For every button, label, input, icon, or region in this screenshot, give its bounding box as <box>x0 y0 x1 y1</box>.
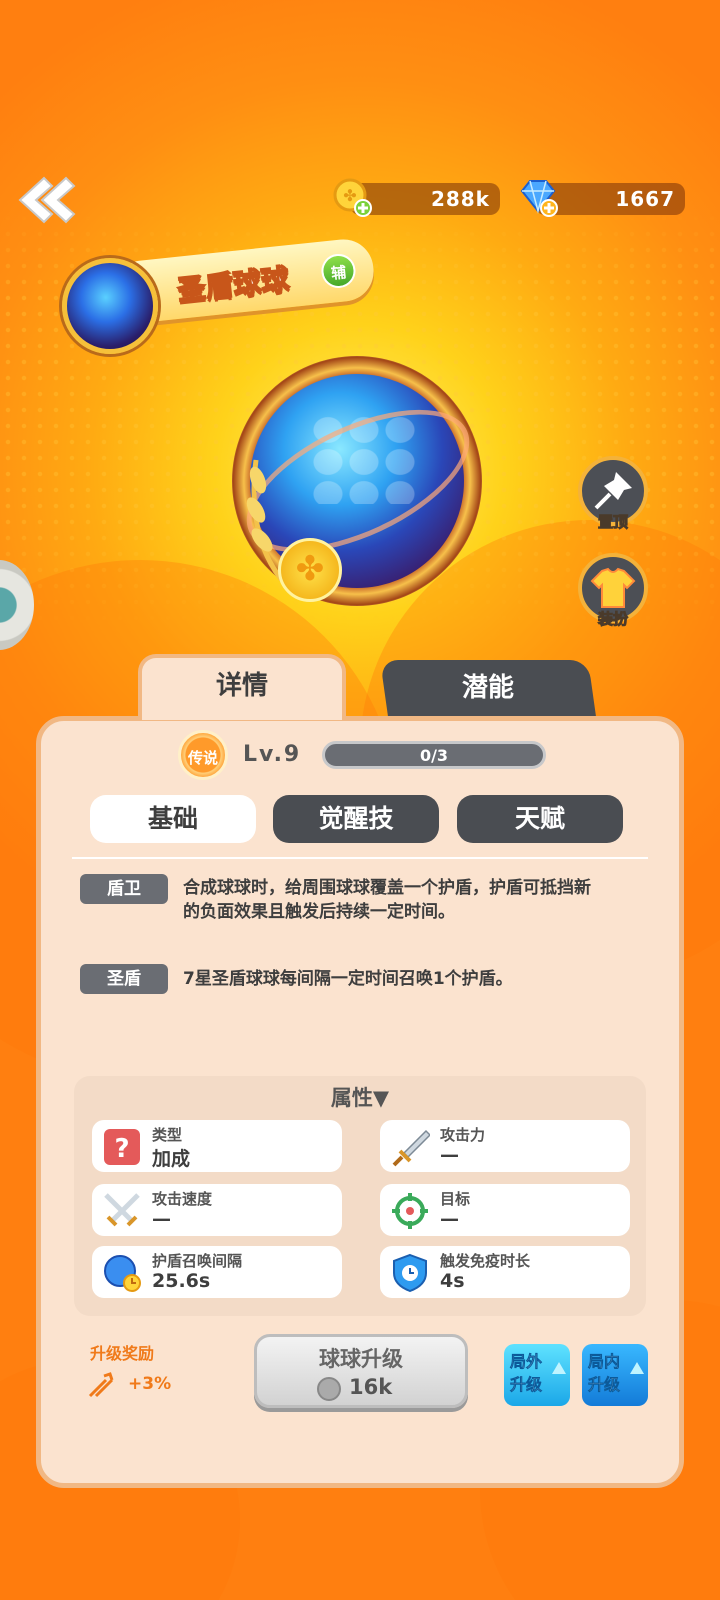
rarity-badge: 传说 <box>178 730 228 780</box>
attr-target: 目标 — <box>380 1184 630 1236</box>
attr-attack-speed: 攻击速度 — <box>92 1184 342 1236</box>
diamond-plus-icon[interactable] <box>518 177 558 217</box>
sword-icon <box>392 1129 430 1167</box>
attr-value: — <box>152 1208 171 1230</box>
attr-value: 4s <box>440 1270 465 1292</box>
tab-potential-label: 潜能 <box>461 673 514 703</box>
attr-value: — <box>440 1144 459 1166</box>
coin-counter: 288k <box>350 183 500 215</box>
attributes-title[interactable]: 属性▼ <box>0 1082 720 1112</box>
pin-label: 置顶 <box>597 513 629 532</box>
ball-upgrade-button[interactable]: 球球升级 16k <box>254 1334 468 1408</box>
subtab-awaken[interactable]: 觉醒技 <box>273 795 439 843</box>
subtab-talent[interactable]: 天赋 <box>457 795 623 843</box>
target-icon <box>392 1193 428 1229</box>
attack-boost-icon <box>88 1372 114 1398</box>
level-progress-bar: 0/3 <box>322 741 546 769</box>
outer-upgrade-label: 局外升级 <box>510 1352 543 1395</box>
skill-description: 7星圣盾球球每间隔一定时间召唤1个护盾。 <box>183 969 513 989</box>
subtab-basic[interactable]: 基础 <box>90 795 256 843</box>
inner-upgrade-label: 局内升级 <box>588 1352 621 1395</box>
attr-value: — <box>440 1208 459 1230</box>
attr-label: 类型 <box>152 1126 183 1144</box>
skill-tag: 盾卫 <box>80 874 168 904</box>
shield-ball-clock-icon <box>104 1255 141 1292</box>
outfit-button[interactable]: 装扮 <box>578 553 648 629</box>
pin-button[interactable]: 置顶 <box>578 456 648 532</box>
level-progress-text: 0/3 <box>419 746 449 765</box>
hero-name: 圣盾球球 <box>175 262 291 308</box>
attr-label: 触发免疫时长 <box>440 1252 531 1270</box>
attr-label: 护盾召唤间隔 <box>152 1252 243 1270</box>
level-label: Lv.9 <box>243 742 302 767</box>
coin-icon <box>317 1377 341 1401</box>
attr-label: 目标 <box>440 1190 471 1208</box>
outfit-label: 装扮 <box>597 610 629 629</box>
upgrade-cost: 16k <box>349 1375 393 1399</box>
tab-details[interactable]: 详情 <box>138 654 346 720</box>
upgrade-label: 球球升级 <box>319 1347 403 1371</box>
attr-value: 25.6s <box>152 1270 211 1292</box>
attr-immunity-duration: 触发免疫时长 4s <box>380 1246 630 1298</box>
clover-coin-icon: ✤ <box>278 538 342 602</box>
upgrade-reward-title: 升级奖励 <box>90 1344 155 1363</box>
attr-shield-interval: 护盾召唤间隔 25.6s <box>92 1246 342 1298</box>
crossed-swords-icon <box>104 1193 140 1227</box>
shield-clock-icon <box>393 1253 427 1293</box>
question-icon: ? <box>104 1129 140 1165</box>
skill-description: 合成球球时，给周围球球覆盖一个护盾，护盾可抵挡新的负面效果且触发后持续一定时间。 <box>183 878 591 922</box>
up-arrow-icon <box>552 1362 566 1374</box>
attr-label: 攻击速度 <box>152 1190 213 1208</box>
attr-value: 加成 <box>152 1148 191 1170</box>
upgrade-reward-value: +3% <box>128 1374 172 1394</box>
attr-label: 攻击力 <box>440 1126 486 1144</box>
divider <box>72 857 648 859</box>
svg-text:✤: ✤ <box>343 186 356 205</box>
hero-avatar-icon <box>62 258 158 354</box>
attr-attack: 攻击力 — <box>380 1120 630 1172</box>
tab-potential[interactable]: 潜能 <box>380 660 596 716</box>
gold-coin-plus-icon[interactable]: ✤ <box>332 177 372 217</box>
role-badge: 辅 <box>319 252 358 290</box>
outer-upgrade-button[interactable]: 局外升级 <box>504 1344 570 1406</box>
svg-text:?: ? <box>114 1134 129 1164</box>
up-arrow-icon <box>630 1362 644 1374</box>
back-button[interactable] <box>14 170 78 230</box>
skill-tag: 圣盾 <box>80 964 168 994</box>
inner-upgrade-button[interactable]: 局内升级 <box>582 1344 648 1406</box>
attr-type: ? 类型 加成 <box>92 1120 342 1172</box>
